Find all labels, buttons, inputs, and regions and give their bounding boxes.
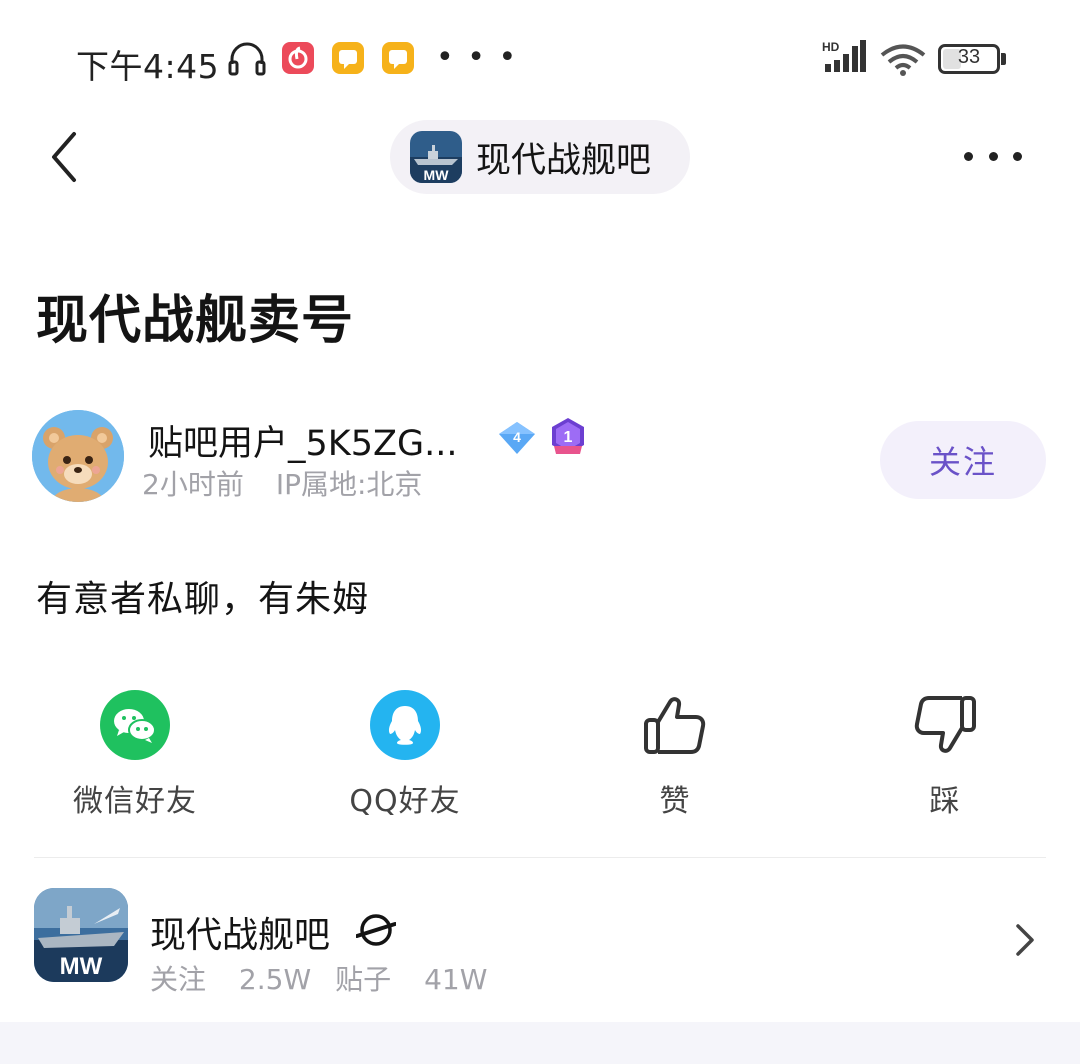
headset-icon	[228, 42, 266, 76]
follow-button[interactable]: 关注	[880, 421, 1046, 499]
like-button[interactable]: 赞	[575, 690, 775, 820]
posts-label: 贴子	[335, 963, 392, 996]
status-overflow: • • •	[436, 40, 519, 75]
posts-count: 41W	[424, 963, 488, 996]
thumbs-down-icon	[914, 696, 976, 753]
more-dot	[1013, 151, 1022, 161]
forum-card[interactable]: MW 现代战舰吧 关注 2.5W 贴子 41W	[0, 858, 1080, 1020]
forum-card-logo: MW	[34, 888, 128, 982]
bottom-band	[0, 1022, 1080, 1064]
rank-number: 1	[564, 429, 573, 446]
action-label: 赞	[659, 784, 691, 819]
more-dot	[988, 151, 998, 161]
signal-icon: HD	[822, 40, 866, 72]
status-bar: 下午4:45 • • • HD 33	[0, 0, 1080, 110]
more-dot	[964, 151, 973, 161]
post-meta: 2小时前 IP属地:北京	[142, 463, 422, 503]
author-name[interactable]: 贴吧用户_5K5ZG...	[148, 415, 457, 466]
action-label: 微信好友	[73, 784, 197, 819]
battery-level: 33	[957, 46, 981, 68]
chevron-right-icon	[1016, 924, 1034, 956]
planet-badge-icon	[356, 914, 396, 946]
forum-card-name: 现代战舰吧	[150, 915, 331, 956]
post-time: 2小时前	[142, 468, 244, 501]
wifi-icon	[880, 44, 926, 76]
action-label: 踩	[929, 784, 961, 819]
network-type: HD	[822, 40, 840, 54]
forum-logo-text: MW	[424, 167, 450, 183]
followers-label: 关注	[150, 963, 207, 996]
rank-badge-icon: 1	[552, 418, 584, 454]
forum-name: 现代战舰吧	[476, 140, 652, 181]
battery-icon: 33	[938, 44, 1000, 74]
followers-stat: 关注 2.5W	[150, 963, 311, 996]
thumbs-up-icon	[644, 697, 706, 754]
posts-stat: 贴子 41W	[335, 963, 487, 996]
level-number: 4	[513, 429, 521, 445]
action-label: QQ好友	[349, 784, 461, 819]
avatar[interactable]	[32, 410, 124, 502]
netease-music-icon	[282, 42, 314, 74]
forum-card-stats: 关注 2.5W 贴子 41W	[150, 958, 487, 998]
wechat-icon	[100, 690, 170, 760]
forum-card-logo-text: MW	[60, 953, 103, 980]
post-content: 有意者私聊，有朱姆	[36, 579, 370, 620]
message-app-icon	[382, 42, 414, 74]
post-title: 现代战舰卖号	[36, 291, 355, 351]
level-badge-icon: 4	[499, 422, 535, 454]
more-options-button[interactable]	[960, 140, 1026, 172]
status-time: 下午4:45	[76, 47, 220, 86]
post-ip-location: IP属地:北京	[275, 468, 423, 501]
battery-cap	[1001, 53, 1006, 65]
followers-count: 2.5W	[238, 963, 312, 996]
share-wechat-button[interactable]: 微信好友	[35, 690, 235, 820]
qq-icon	[370, 690, 440, 760]
forum-logo: MW	[410, 131, 462, 183]
forum-header-pill[interactable]: MW 现代战舰吧	[390, 120, 690, 194]
back-button[interactable]	[40, 124, 92, 190]
message-app-icon	[332, 42, 364, 74]
dislike-button[interactable]: 踩	[845, 690, 1045, 820]
share-qq-button[interactable]: QQ好友	[305, 690, 505, 820]
